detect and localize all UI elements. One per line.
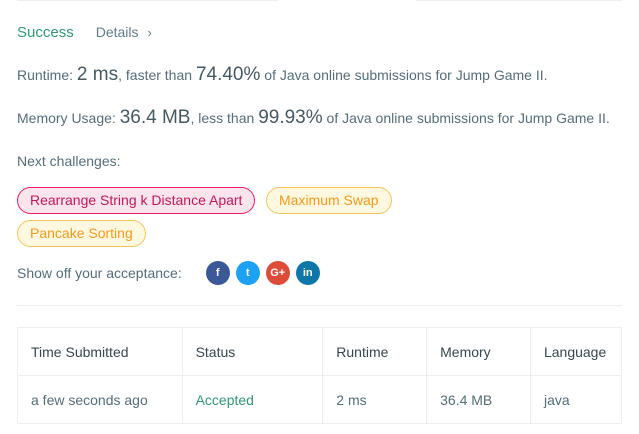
cell-time: a few seconds ago — [17, 375, 183, 424]
next-challenges-label: Next challenges: — [17, 153, 121, 169]
twitter-icon[interactable]: t — [235, 261, 260, 285]
runtime-value: 2 ms — [76, 64, 119, 85]
header-runtime: Runtime — [322, 327, 428, 376]
header-memory: Memory — [426, 327, 531, 376]
share-label: Show off your acceptance: — [17, 265, 182, 281]
memory-suffix: of Java online submissions for Jump Game… — [326, 110, 610, 126]
section-divider — [17, 305, 622, 306]
memory-label: Memory Usage: — [17, 110, 116, 126]
runtime-percent: 74.40% — [195, 64, 261, 85]
google-plus-icon[interactable]: G+ — [265, 261, 290, 285]
cell-status[interactable]: Accepted — [181, 375, 324, 424]
memory-value: 36.4 MB — [119, 107, 191, 128]
challenge-chip-hard[interactable]: Rearrange String k Distance Apart — [17, 187, 256, 214]
facebook-icon[interactable]: f — [205, 261, 230, 285]
runtime-stat: Runtime: 2 ms, faster than 74.40% of Jav… — [17, 64, 548, 86]
cell-runtime: 2 ms — [322, 375, 428, 424]
memory-percent: 99.93% — [258, 107, 323, 128]
share-row: Show off your acceptance: f t G+ in — [17, 261, 326, 285]
active-tab-indicator — [278, 0, 416, 2]
challenge-chip-medium[interactable]: Maximum Swap — [266, 187, 392, 214]
cell-memory: 36.4 MB — [426, 375, 531, 424]
status-success[interactable]: Success — [17, 24, 74, 41]
table-header-row: Time Submitted Status Runtime Memory Lan… — [17, 327, 623, 376]
runtime-faster-label: , faster than — [118, 67, 193, 83]
linkedin-icon[interactable]: in — [295, 261, 320, 285]
challenge-chip-medium[interactable]: Pancake Sorting — [17, 220, 146, 247]
share-icons: f t G+ in — [205, 261, 326, 285]
cell-language: java — [529, 375, 623, 424]
runtime-suffix: of Java online submissions for Jump Game… — [264, 67, 548, 83]
chevron-right-icon: › — [147, 24, 152, 40]
header-status: Status — [181, 327, 324, 376]
runtime-label: Runtime: — [17, 67, 74, 83]
result-header: Success Details › — [17, 24, 152, 41]
memory-stat: Memory Usage: 36.4 MB, less than 99.93% … — [17, 107, 610, 129]
details-link[interactable]: Details › — [96, 24, 152, 40]
details-label: Details — [95, 24, 139, 40]
memory-less-label: , less than — [190, 110, 255, 126]
table-row: a few seconds ago Accepted 2 ms 36.4 MB … — [17, 375, 623, 424]
header-time-submitted: Time Submitted — [17, 327, 183, 376]
submissions-table: Time Submitted Status Runtime Memory Lan… — [17, 327, 623, 424]
header-language: Language — [529, 327, 623, 376]
